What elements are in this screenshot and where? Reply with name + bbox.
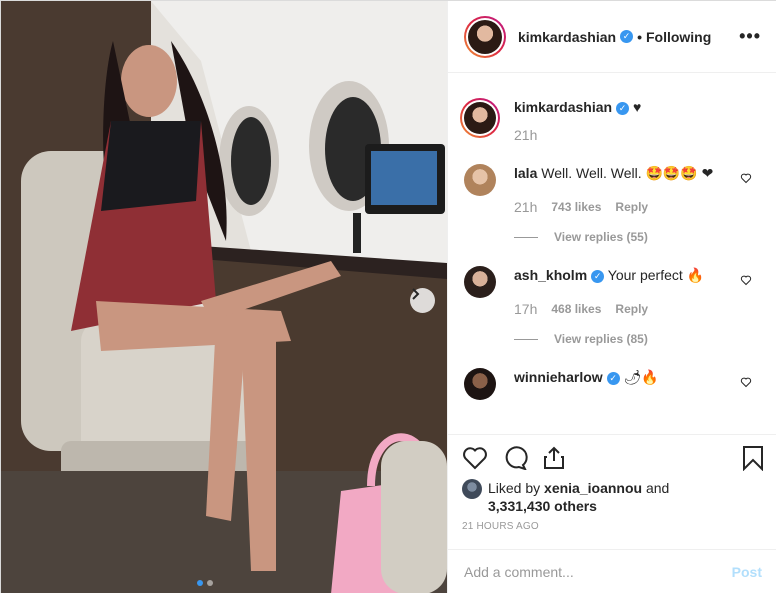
like-comment-heart-icon[interactable] — [740, 172, 752, 184]
carousel-dots — [197, 580, 213, 586]
caption: kimkardashian ✓ ♥ 21h — [460, 98, 762, 144]
view-replies-button[interactable]: View replies (85) — [514, 332, 762, 346]
like-comment-heart-icon[interactable] — [740, 274, 752, 286]
comment-meta: 17h 468 likes Reply — [514, 300, 762, 318]
view-replies-label: View replies (85) — [554, 332, 648, 346]
caption-body: kimkardashian ✓ ♥ 21h — [514, 98, 762, 144]
liked-by-text: Liked by xenia_ioannou and 3,331,430 oth… — [488, 479, 669, 515]
view-replies-button[interactable]: View replies (55) — [514, 230, 762, 244]
header-separator: • — [637, 28, 642, 45]
liked-by-others[interactable]: 3,331,430 others — [488, 498, 597, 514]
comment-body: winnieharlow ✓ 🌶🔥 — [514, 368, 762, 400]
like-heart-icon[interactable] — [462, 446, 488, 470]
comment-username[interactable]: lala — [514, 165, 537, 181]
comment-input[interactable] — [464, 564, 732, 580]
caption-avatar[interactable] — [460, 98, 500, 138]
caption-username[interactable]: kimkardashian — [514, 99, 612, 115]
post-header: kimkardashian ✓ • Following ••• — [448, 1, 776, 73]
liked-by-prefix: Liked by — [488, 480, 541, 496]
comment-item: ash_kholm ✓ Your perfect 🔥 17h 468 likes … — [464, 266, 762, 318]
comment-text: Your perfect 🔥 — [607, 267, 705, 283]
liked-by-connector: and — [645, 480, 670, 496]
verified-badge-icon: ✓ — [606, 371, 620, 385]
comment-likes[interactable]: 468 likes — [551, 300, 601, 318]
carousel-next-button[interactable] — [410, 288, 435, 313]
author-username[interactable]: kimkardashian — [518, 29, 616, 45]
caption-meta: 21h — [514, 126, 762, 144]
commenter-avatar[interactable] — [464, 266, 496, 298]
comment-username[interactable]: ash_kholm — [514, 267, 587, 283]
post-comment-button[interactable]: Post — [732, 564, 762, 580]
post-photo[interactable] — [1, 1, 447, 593]
post-actions: Liked by xenia_ioannou and 3,331,430 oth… — [448, 434, 776, 532]
carousel-dot-active — [197, 580, 203, 586]
view-replies-label: View replies (55) — [554, 230, 648, 244]
comment-time[interactable]: 21h — [514, 198, 537, 216]
liked-by: Liked by xenia_ioannou and 3,331,430 oth… — [462, 479, 764, 515]
liker-avatar[interactable] — [462, 479, 482, 499]
comments-list[interactable]: kimkardashian ✓ ♥ 21h lala Well. Well. We… — [448, 74, 776, 432]
post-side-panel: kimkardashian ✓ • Following ••• kimkarda… — [447, 1, 776, 593]
photo-illustration — [1, 1, 447, 593]
comment-bubble-icon[interactable] — [502, 446, 528, 470]
commenter-avatar[interactable] — [464, 164, 496, 196]
following-button[interactable]: Following — [646, 29, 711, 45]
caption-time[interactable]: 21h — [514, 126, 537, 144]
chevron-right-icon — [412, 288, 420, 300]
caption-text: ♥ — [632, 99, 642, 115]
comment-body: ash_kholm ✓ Your perfect 🔥 17h 468 likes … — [514, 266, 762, 318]
verified-badge-icon: ✓ — [620, 30, 634, 43]
post-timestamp[interactable]: 21 HOURS AGO — [462, 521, 764, 532]
add-comment-bar: Post — [448, 549, 776, 593]
reply-button[interactable]: Reply — [615, 300, 648, 318]
like-comment-heart-icon[interactable] — [740, 376, 752, 388]
author-avatar[interactable] — [464, 15, 506, 58]
verified-badge-icon: ✓ — [616, 101, 630, 115]
liked-by-user[interactable]: xenia_ioannou — [544, 480, 642, 496]
action-icons — [462, 445, 764, 471]
post-modal: kimkardashian ✓ • Following ••• kimkarda… — [0, 0, 776, 593]
share-icon[interactable] — [542, 446, 566, 470]
carousel-dot — [207, 580, 213, 586]
reply-button[interactable]: Reply — [615, 198, 648, 216]
comment-likes[interactable]: 743 likes — [551, 198, 601, 216]
verified-badge-icon: ✓ — [591, 269, 605, 283]
comment-username[interactable]: winnieharlow — [514, 369, 603, 385]
comment-text: Well. Well. Well. 🤩🤩🤩 ❤ — [541, 165, 714, 181]
comment-body: lala Well. Well. Well. 🤩🤩🤩 ❤ 21h 743 lik… — [514, 164, 762, 216]
commenter-avatar[interactable] — [464, 368, 496, 400]
comment-meta: 21h 743 likes Reply — [514, 198, 762, 216]
bookmark-icon[interactable] — [742, 445, 764, 471]
more-options-icon[interactable]: ••• — [739, 26, 761, 47]
comment-text: 🌶🔥 — [623, 369, 659, 385]
comment-item: lala Well. Well. Well. 🤩🤩🤩 ❤ 21h 743 lik… — [464, 164, 762, 216]
comment-time[interactable]: 17h — [514, 300, 537, 318]
comment-item: winnieharlow ✓ 🌶🔥 — [464, 368, 762, 400]
